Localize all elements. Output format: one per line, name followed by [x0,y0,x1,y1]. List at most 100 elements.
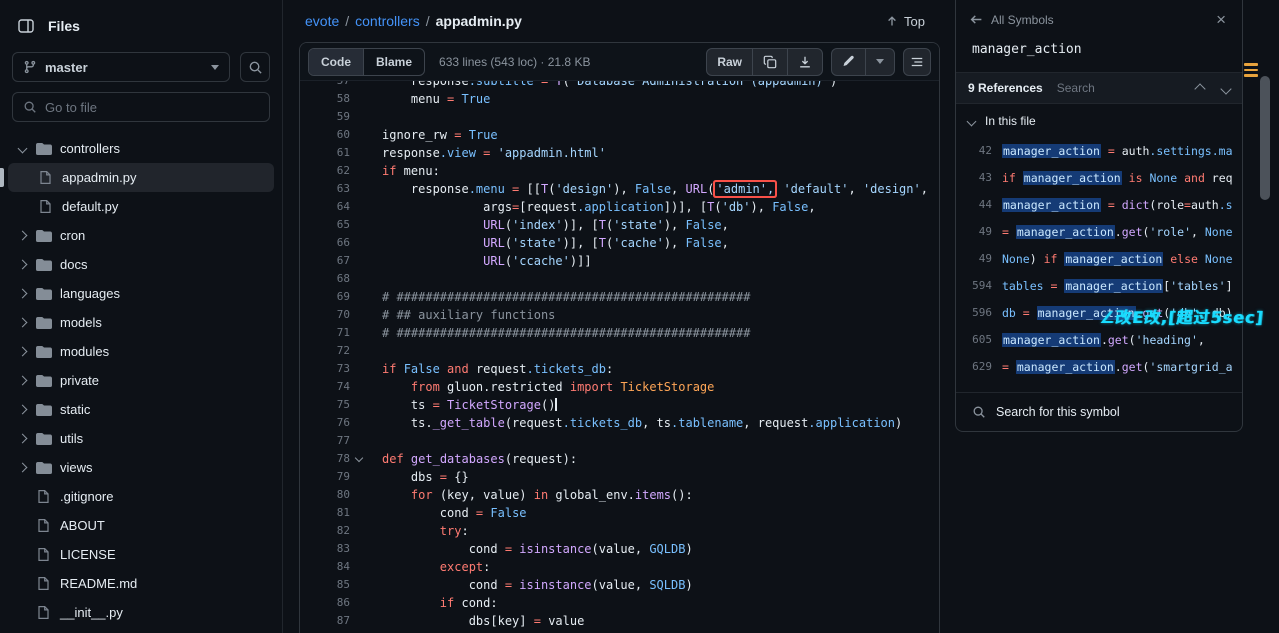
tree-file-default.py[interactable]: default.py [8,192,274,221]
line-number[interactable]: 77 [300,432,350,450]
search-files-button[interactable] [240,52,270,82]
code-text[interactable]: cond = isinstance(value, SQLDB) [370,576,693,594]
code-text[interactable]: try: [370,522,469,540]
code-text[interactable]: from gluon.restricted import TicketStora… [370,378,714,396]
line-number[interactable]: 85 [300,576,350,594]
tree-folder-static[interactable]: static [8,395,274,424]
code-text[interactable]: cond = False [370,504,527,522]
line-number[interactable]: 71 [300,324,350,342]
code-text[interactable]: URL('index')], [T('state'), False, [370,216,729,234]
line-number[interactable]: 65 [300,216,350,234]
all-symbols-back-button[interactable]: All Symbols [970,13,1054,27]
download-button[interactable] [787,49,822,75]
code-text[interactable]: ts = TicketStorage() [370,396,557,414]
search-for-symbol-button[interactable]: Search for this symbol [956,392,1242,431]
go-to-file-input[interactable] [45,100,259,115]
code-text[interactable] [370,432,382,450]
reference-row[interactable]: 49None) if manager_action else None [956,245,1242,272]
line-number[interactable]: 75 [300,396,350,414]
code-text[interactable] [370,342,382,360]
code-text[interactable]: args=[request.application])], [T('db'), … [370,198,816,216]
line-number[interactable]: 69 [300,288,350,306]
tree-folder-utils[interactable]: utils [8,424,274,453]
raw-button[interactable]: Raw [707,49,752,75]
code-text[interactable]: except: [370,558,490,576]
line-number[interactable]: 79 [300,468,350,486]
breadcrumb-repo-link[interactable]: evote [305,13,339,29]
reference-row[interactable]: 44manager_action = dict(role=auth.settin… [956,191,1242,218]
references-search-input[interactable]: Search [1057,81,1095,95]
line-number[interactable]: 57 [300,81,350,90]
line-number[interactable]: 73 [300,360,350,378]
next-reference-button[interactable] [1222,81,1230,96]
line-number[interactable]: 70 [300,306,350,324]
tree-folder-private[interactable]: private [8,366,274,395]
code-text[interactable]: response.menu = [[T('design'), False, UR… [370,180,928,198]
line-number[interactable]: 81 [300,504,350,522]
code-text[interactable]: dbs[key] = value [370,612,584,630]
line-number[interactable]: 80 [300,486,350,504]
tab-blame[interactable]: Blame [363,49,424,75]
tree-file-__init__.py[interactable]: __init__.py [8,598,274,627]
line-number[interactable]: 76 [300,414,350,432]
tree-folder-modules[interactable]: modules [8,337,274,366]
fold-chevron-icon[interactable] [350,450,370,468]
tree-folder-docs[interactable]: docs [8,250,274,279]
go-to-file-field[interactable] [12,92,270,122]
line-number[interactable]: 67 [300,252,350,270]
code-text[interactable]: ts._get_table(request.tickets_db, ts.tab… [370,414,902,432]
line-number[interactable]: 64 [300,198,350,216]
line-number[interactable]: 61 [300,144,350,162]
code-text[interactable]: dbs = {} [370,468,469,486]
previous-reference-button[interactable] [1196,81,1204,96]
edit-button[interactable] [832,49,865,75]
code-text[interactable]: if menu: [370,162,440,180]
edit-dropdown-button[interactable] [865,49,894,75]
line-number[interactable]: 63 [300,180,350,198]
reference-row[interactable]: 49= manager_action.get('role', None) if … [956,218,1242,245]
close-panel-button[interactable]: × [1214,11,1228,28]
branch-selector[interactable]: master [12,52,230,82]
line-number[interactable]: 59 [300,108,350,126]
tree-file-.gitignore[interactable]: .gitignore [8,482,274,511]
code-text[interactable] [370,108,382,126]
line-number[interactable]: 87 [300,612,350,630]
back-to-top-button[interactable]: Top [877,10,934,33]
code-text[interactable]: # ######################################… [370,288,750,306]
line-number[interactable]: 68 [300,270,350,288]
reference-row[interactable]: 605manager_action.get('heading', [956,326,1242,353]
code-text[interactable]: # ######################################… [370,324,750,342]
code-text[interactable]: URL('state')], [T('cache'), False, [370,234,729,252]
collapse-file-tree-button[interactable] [12,12,40,40]
reference-row[interactable]: 629= manager_action.get('smartgrid_args'… [956,353,1242,380]
code-text[interactable]: response.view = 'appadmin.html' [370,144,606,162]
line-number[interactable]: 84 [300,558,350,576]
line-number[interactable]: 78 [300,450,350,468]
line-number[interactable]: 82 [300,522,350,540]
tree-file-ABOUT[interactable]: ABOUT [8,511,274,540]
line-number[interactable]: 66 [300,234,350,252]
reference-row[interactable]: 43if manager_action is None and request.… [956,164,1242,191]
tree-file-LICENSE[interactable]: LICENSE [8,540,274,569]
code-text[interactable]: # ## auxiliary functions [370,306,555,324]
code-text[interactable]: if False and request.tickets_db: [370,360,613,378]
code-text[interactable]: ignore_rw = True [370,126,498,144]
tree-file-README.md[interactable]: README.md [8,569,274,598]
tree-folder-languages[interactable]: languages [8,279,274,308]
code-text[interactable]: for (key, value) in global_env.items(): [370,486,693,504]
tree-folder-views[interactable]: views [8,453,274,482]
tab-code[interactable]: Code [309,49,363,75]
tree-folder-models[interactable]: models [8,308,274,337]
code-text[interactable]: cond = isinstance(value, GQLDB) [370,540,693,558]
tree-folder-cron[interactable]: cron [8,221,274,250]
code-text[interactable]: if cond: [370,594,498,612]
line-number[interactable]: 74 [300,378,350,396]
line-number[interactable]: 62 [300,162,350,180]
line-number[interactable]: 83 [300,540,350,558]
code-text[interactable]: def get_databases(request): [370,450,577,468]
line-number[interactable]: 86 [300,594,350,612]
line-number[interactable]: 72 [300,342,350,360]
code-text[interactable]: URL('ccache')]] [370,252,592,270]
symbols-panel-toggle-button[interactable] [903,48,931,76]
copy-button[interactable] [752,49,787,75]
